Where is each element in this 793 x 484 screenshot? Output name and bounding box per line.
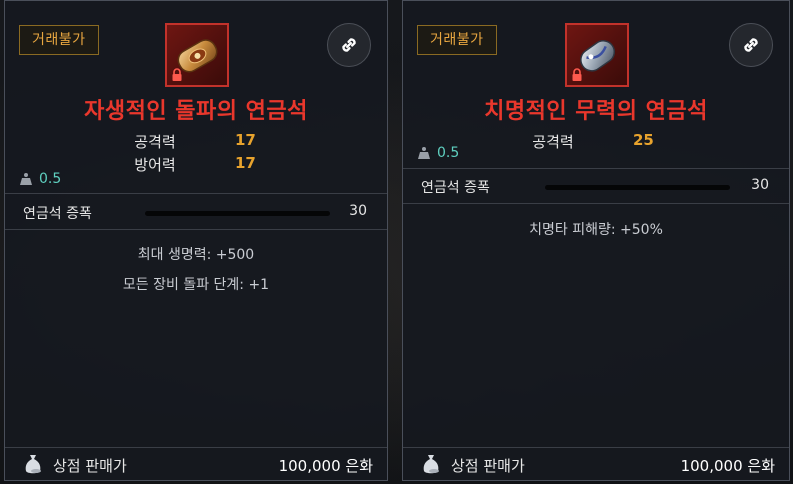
sell-price-value: 100,000 은화 (278, 457, 373, 475)
divider (403, 203, 789, 204)
silver-alchemy-stone-icon[interactable] (565, 23, 629, 87)
weight-icon (418, 147, 430, 159)
lock-icon (172, 68, 182, 81)
stat-row-attack: 공격력 17 (105, 131, 305, 153)
effect-line: 최대 생명력: +500 (137, 247, 255, 263)
amplification-bar (145, 211, 330, 216)
stat-value: 17 (235, 154, 256, 172)
link-icon (744, 38, 758, 52)
amplification-bar (545, 185, 730, 190)
stat-row-defense: 방어력 17 (105, 154, 305, 176)
stat-label: 방어력 (134, 156, 176, 174)
amplification-value: 30 (349, 203, 367, 219)
item-name: 자생적인 돌파의 연금석 (84, 99, 308, 124)
item-tooltip-left: 거래불가 자생적인 돌파의 연금석 공격력 17 방어력 17 0.5 연금석 … (4, 0, 388, 481)
lock-icon (572, 68, 582, 81)
sell-price-label: 상점 판매가 (451, 457, 525, 475)
stat-value: 25 (633, 131, 654, 149)
divider (5, 193, 387, 194)
amplification-label: 연금석 증폭 (23, 206, 92, 222)
stat-label: 공격력 (134, 133, 176, 151)
untradable-badge: 거래불가 (417, 25, 497, 55)
stat-value: 17 (235, 131, 256, 149)
link-button[interactable] (729, 23, 773, 67)
weight-icon (20, 173, 32, 185)
money-bag-icon (25, 455, 41, 474)
item-name: 치명적인 무력의 연금석 (484, 99, 708, 124)
effect-line: 치명타 피해량: +50% (529, 222, 663, 238)
effect-line: 모든 장비 돌파 단계: +1 (122, 277, 270, 293)
stat-label: 공격력 (532, 133, 574, 151)
weight: 0.5 (417, 145, 459, 161)
divider (403, 447, 789, 448)
bronze-alchemy-stone-icon[interactable] (165, 23, 229, 87)
stat-row-attack: 공격력 25 (503, 131, 703, 153)
weight: 0.5 (19, 171, 61, 187)
item-tooltip-right: 거래불가 치명적인 무력의 연금석 공격력 25 0.5 연금석 증폭 30 치… (402, 0, 790, 481)
money-bag-icon (423, 455, 439, 474)
amplification-value: 30 (751, 177, 769, 193)
amplification-row: 연금석 증폭 30 (403, 171, 789, 201)
weight-value: 0.5 (39, 171, 62, 187)
amplification-row: 연금석 증폭 30 (5, 197, 387, 227)
weight-value: 0.5 (437, 145, 460, 161)
divider (5, 447, 387, 448)
sell-price-row: 상점 판매가 100,000 은화 (5, 451, 387, 479)
divider (403, 168, 789, 169)
amplification-label: 연금석 증폭 (421, 180, 490, 196)
untradable-badge: 거래불가 (19, 25, 99, 55)
sell-price-label: 상점 판매가 (53, 457, 127, 475)
link-icon (342, 38, 356, 52)
sell-price-row: 상점 판매가 100,000 은화 (403, 451, 789, 479)
link-button[interactable] (327, 23, 371, 67)
sell-price-value: 100,000 은화 (680, 457, 775, 475)
divider (5, 229, 387, 230)
